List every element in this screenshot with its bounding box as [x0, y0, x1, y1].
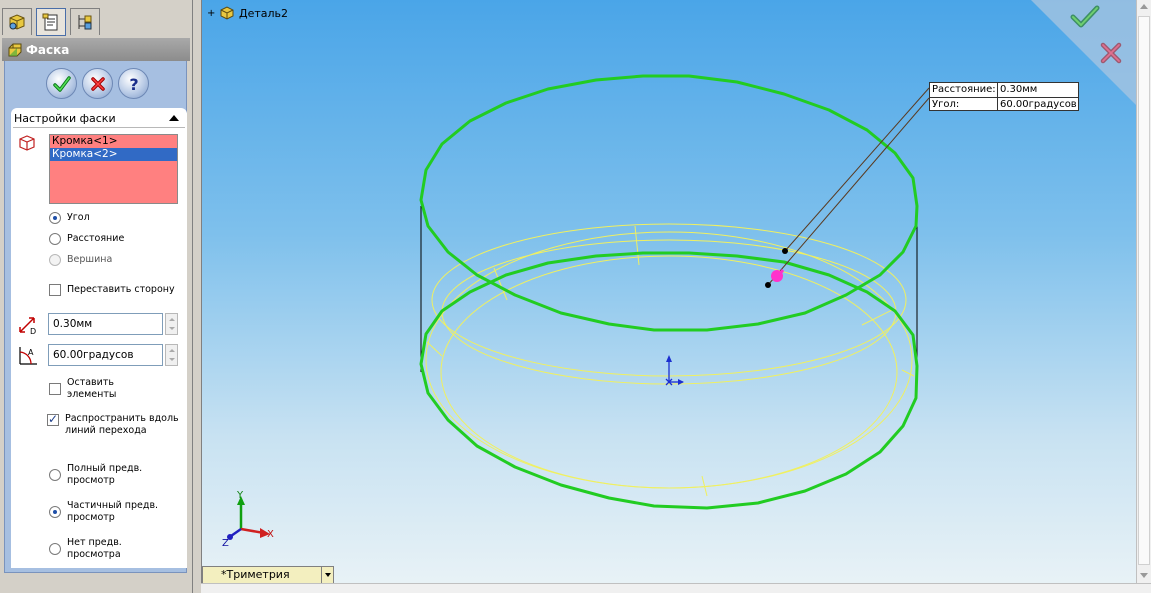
callout-distance-label: Расстояние: [930, 83, 998, 97]
radio-angle[interactable] [49, 212, 61, 224]
angle-dimension-icon: A [19, 347, 37, 365]
distance-spinner[interactable] [165, 313, 178, 335]
expand-icon[interactable]: + [207, 8, 217, 19]
option-label: Расстояние [67, 233, 125, 244]
keep-features-row[interactable]: Оставить элементы [49, 377, 116, 401]
option-label: Вершина [67, 254, 113, 265]
svg-text:D: D [30, 327, 36, 335]
triad-x-label: X [267, 529, 274, 540]
triad-y-label: Y [236, 490, 244, 501]
top-rim-edge [419, 74, 919, 332]
angle-spinner[interactable] [165, 344, 178, 366]
origin-icon [665, 355, 684, 386]
list-item[interactable]: Кромка<1> [50, 135, 177, 148]
scroll-thumb[interactable] [1138, 16, 1150, 565]
preview-none-line1: Нет предв. [67, 537, 122, 548]
group-title: Настройки фаски [14, 112, 116, 125]
tab-configuration-manager[interactable] [70, 8, 100, 35]
cancel-x-icon [90, 76, 105, 91]
property-manager-icon [42, 13, 58, 31]
callout-anchor-point [765, 282, 771, 288]
tab-feature-manager[interactable] [2, 8, 32, 35]
preview-none-option[interactable]: Нет предв. просмотра [49, 537, 122, 561]
distance-dimension-icon: D [19, 317, 36, 335]
flip-direction-label: Переставить сторону [67, 284, 175, 295]
edge-selection-icon [19, 135, 35, 151]
view-triad: Y X Z [222, 490, 274, 549]
horizontal-scrollbar[interactable] [201, 583, 1151, 593]
keep-features-checkbox[interactable] [49, 383, 61, 395]
tangent-propagation-label: Распространить вдоль линий перехода [65, 413, 179, 437]
scroll-down-arrow-icon[interactable] [1140, 573, 1148, 578]
flyout-tree-root[interactable]: + Деталь2 [207, 5, 288, 21]
tangent-propagation-checkbox[interactable] [47, 412, 59, 426]
option-distance-distance[interactable]: Расстояние [49, 233, 124, 245]
option-vertex: Вершина [49, 254, 112, 266]
scroll-up-arrow-icon[interactable] [1140, 4, 1148, 9]
view-orientation-select[interactable]: *Триметрия [202, 566, 334, 583]
confirmation-corner [1031, 0, 1136, 105]
drag-handle[interactable] [771, 270, 783, 282]
option-label: Угол [67, 212, 90, 223]
property-manager-panel: Фаска ? Настройки фаски Кромка<1> Кромка… [0, 0, 193, 593]
solidworks-window: Фаска ? Настройки фаски Кромка<1> Кромка… [0, 0, 1151, 593]
feature-manager-icon [9, 14, 25, 30]
svg-text:?: ? [129, 75, 138, 94]
cancel-button[interactable] [82, 68, 113, 99]
flip-direction-row[interactable]: Переставить сторону [49, 284, 175, 296]
configuration-manager-icon [78, 15, 92, 30]
distance-input[interactable]: 0.30мм [48, 313, 163, 335]
radio-preview-none[interactable] [49, 543, 61, 555]
triad-z-label: Z [222, 538, 229, 549]
preview-partial-line1: Частичный предв. [67, 500, 159, 511]
preview-full-line2: просмотр [67, 475, 115, 486]
list-item-selected[interactable]: Кромка<2> [50, 148, 177, 161]
preview-partial-option[interactable]: Частичный предв. просмотр [49, 500, 158, 524]
preview-partial-label: Частичный предв. просмотр [67, 500, 158, 524]
property-manager-body: ? Настройки фаски Кромка<1> Кромка<2> Уг… [4, 61, 187, 573]
radio-preview-partial[interactable] [49, 506, 61, 518]
tangent-propagation-row[interactable]: Распространить вдоль линий перехода [47, 412, 179, 437]
radio-preview-full[interactable] [49, 469, 61, 481]
help-button[interactable]: ? [118, 68, 149, 99]
chevron-down-icon[interactable] [321, 567, 333, 583]
property-manager-header: Фаска [2, 38, 190, 61]
property-manager-title: Фаска [26, 42, 70, 57]
graphics-area[interactable]: Y X Z + Деталь2 Расстояние: 0.30мм Угол:… [201, 0, 1136, 583]
preview-none-line2: просмотра [67, 549, 121, 560]
model-edges [419, 74, 919, 510]
collapse-arrow-icon[interactable] [169, 115, 179, 121]
callout-angle-label: Угол: [930, 98, 998, 111]
angle-input[interactable]: 60.00градусов [48, 344, 163, 366]
option-angle-distance[interactable]: Угол [49, 212, 90, 224]
vertical-scrollbar[interactable] [1136, 0, 1151, 583]
preview-full-option[interactable]: Полный предв. просмотр [49, 463, 142, 487]
keep-features-label: Оставить элементы [67, 377, 116, 401]
radio-vertex [49, 254, 61, 266]
chamfer-settings-group: Настройки фаски Кромка<1> Кромка<2> Угол [11, 108, 187, 568]
tangent-propagation-line2: линий перехода [65, 425, 147, 436]
flip-direction-checkbox[interactable] [49, 284, 61, 296]
keep-features-line1: Оставить [67, 377, 114, 388]
callout-anchor-point [782, 248, 788, 254]
view-orientation-value: *Триметрия [221, 568, 290, 581]
preview-full-label: Полный предв. просмотр [67, 463, 142, 487]
chamfer-icon [8, 43, 22, 56]
callout-leader-2 [767, 97, 930, 286]
preview-none-label: Нет предв. просмотра [67, 537, 122, 561]
ok-button[interactable] [46, 68, 77, 99]
radio-distance[interactable] [49, 233, 61, 245]
tab-property-manager[interactable] [36, 8, 66, 36]
help-question-icon: ? [129, 75, 138, 94]
part-icon [220, 6, 234, 20]
tangent-propagation-line1: Распространить вдоль [65, 413, 179, 424]
keep-features-line2: элементы [67, 389, 117, 400]
preview-partial-line2: просмотр [67, 512, 115, 523]
svg-text:A: A [28, 348, 34, 357]
part-name: Деталь2 [239, 6, 289, 20]
edge-selection-list[interactable]: Кромка<1> Кромка<2> [49, 134, 178, 204]
preview-full-line1: Полный предв. [67, 463, 143, 474]
ok-check-icon [52, 75, 71, 92]
group-divider [13, 127, 185, 128]
